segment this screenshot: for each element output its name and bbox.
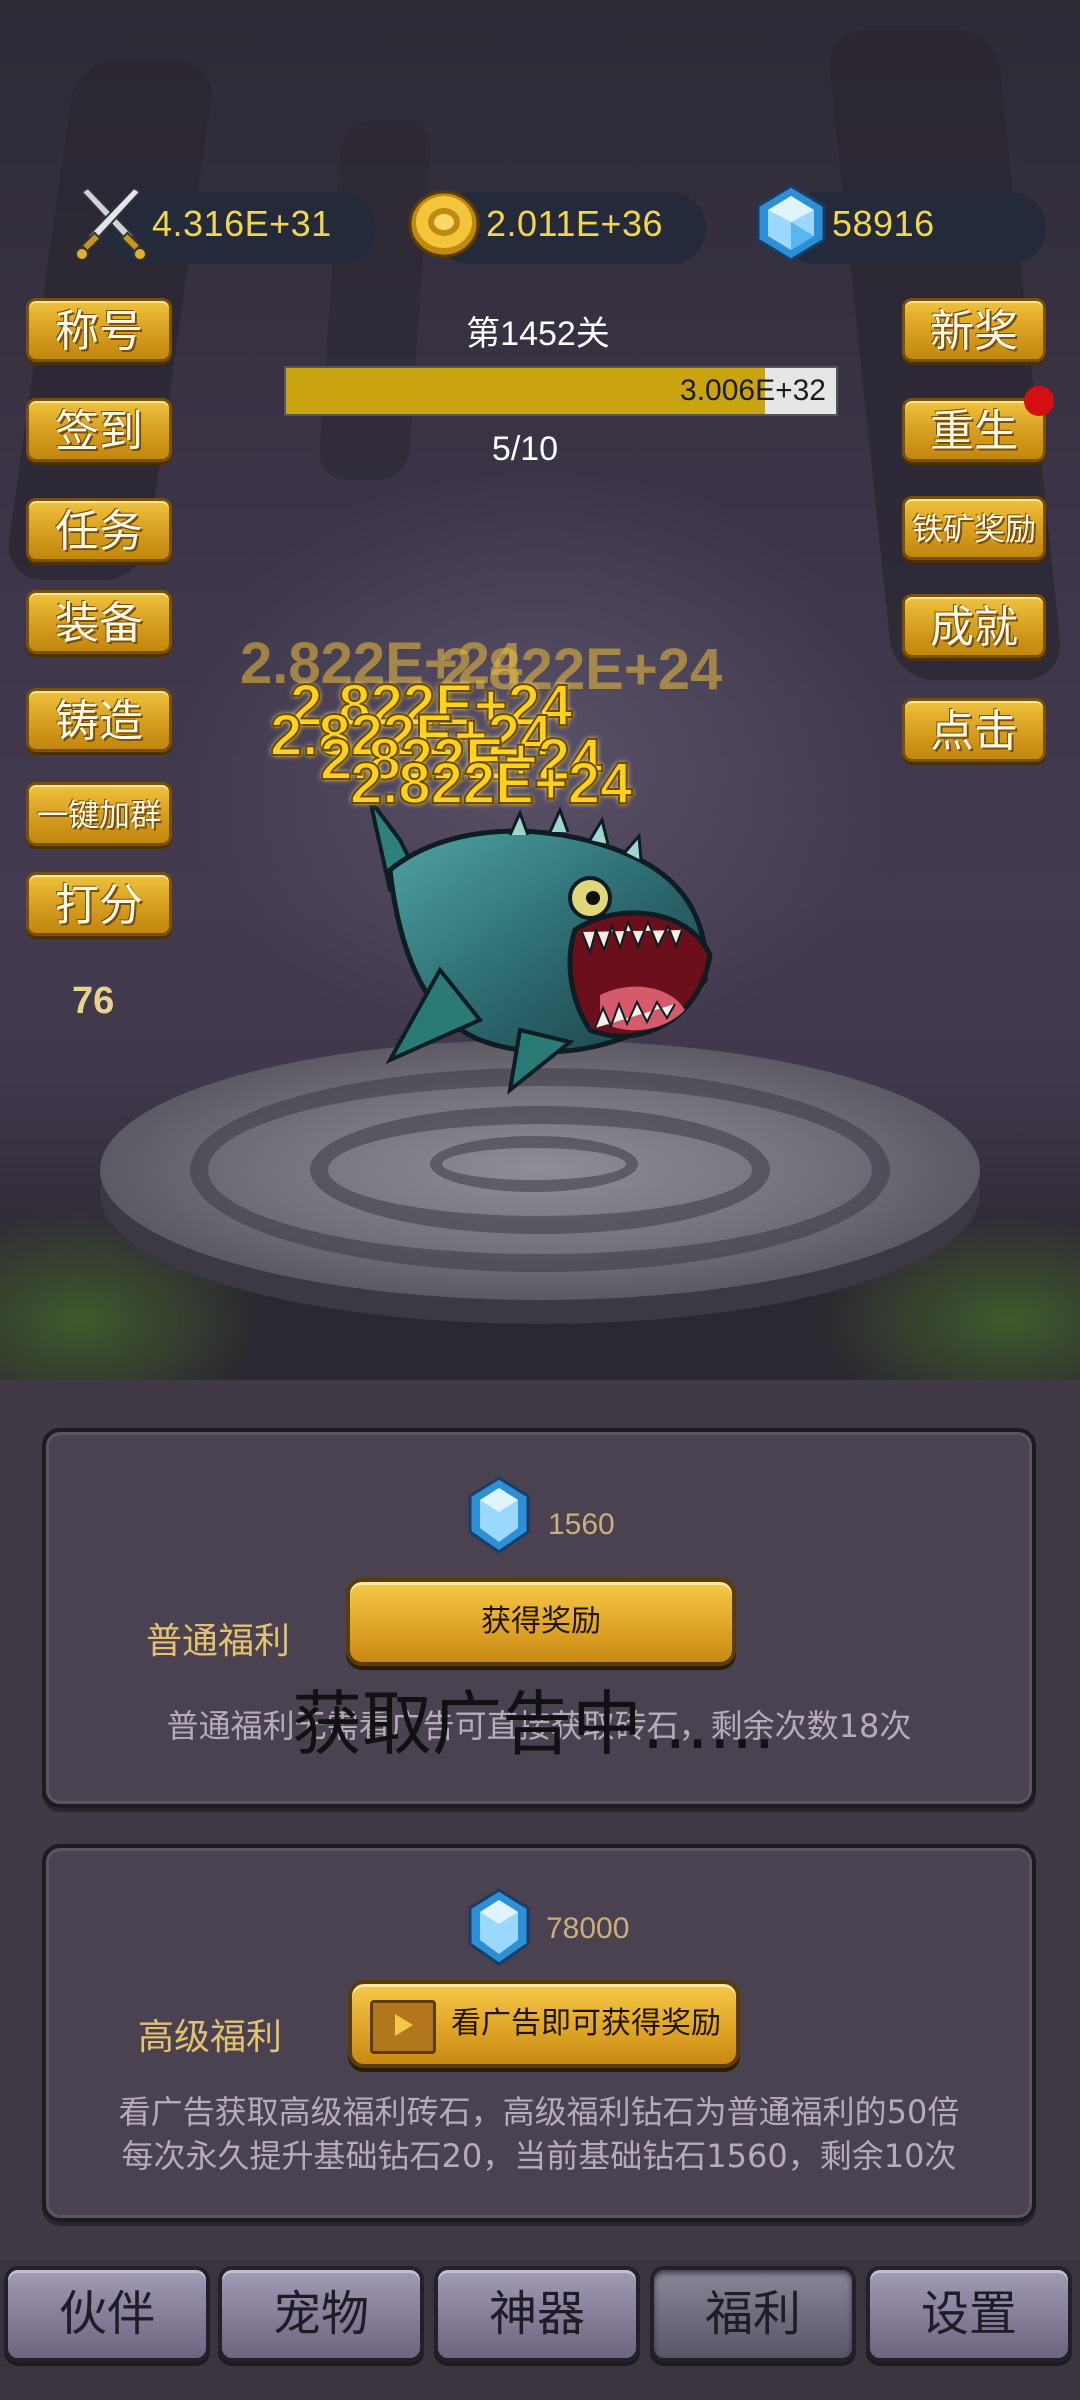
premium-welfare-amount: 78000 <box>546 1912 630 1945</box>
tab-settings[interactable]: 设置 <box>866 2266 1072 2362</box>
video-play-icon <box>370 2000 436 2054</box>
normal-welfare-label: 普通福利 <box>146 1621 291 1662</box>
watch-ad-button[interactable]: 看广告即可获得奖励 <box>348 1980 740 2068</box>
power-value: 4.316E+31 <box>152 203 332 244</box>
normal-welfare-amount: 1560 <box>548 1508 615 1541</box>
notification-dot <box>1024 386 1054 416</box>
tab-artifact[interactable]: 神器 <box>434 2266 640 2362</box>
watch-ad-label: 看广告即可获得奖励 <box>451 2006 721 2041</box>
get-reward-button[interactable]: 获得奖励 <box>346 1578 736 1666</box>
diamond-counter: 58916 <box>750 184 1046 268</box>
iron-reward-button[interactable]: 铁矿奖励 <box>902 496 1046 560</box>
level-title: 第1452关 <box>466 315 610 353</box>
equipment-button[interactable]: 装备 <box>26 590 172 654</box>
click-upgrade-button[interactable]: 点击 <box>902 698 1046 762</box>
gold-coin-icon <box>408 190 480 258</box>
forge-button[interactable]: 铸造 <box>26 688 172 752</box>
tasks-button[interactable]: 任务 <box>26 498 172 562</box>
join-group-button[interactable]: 一键加群 <box>26 782 172 846</box>
tab-partner[interactable]: 伙伴 <box>4 2266 210 2362</box>
damage-number: 2.822E+24 <box>349 750 633 817</box>
premium-welfare-card: 78000 高级福利 看广告即可获得奖励 看广告获取高级福利砖石，高级福利钻石为… <box>42 1844 1036 2222</box>
checkin-button[interactable]: 签到 <box>26 398 172 462</box>
boss-hp-bar: 3.006E+32 <box>284 366 838 416</box>
gold-counter: 2.011E+36 <box>404 188 706 268</box>
damage-popups: 2.822E+24 2.822E+24 2.822E+24 2.822E+24 … <box>230 630 830 830</box>
crossed-swords-icon <box>75 186 147 261</box>
new-reward-button[interactable]: 新奖 <box>902 298 1046 362</box>
rating-count: 76 <box>72 980 115 1022</box>
rate-button[interactable]: 打分 <box>26 872 172 936</box>
cave-rock <box>317 120 433 480</box>
wave-progress: 5/10 <box>491 430 559 468</box>
boss-hp-value: 3.006E+32 <box>680 374 826 407</box>
diamond-value: 58916 <box>832 203 935 244</box>
tab-welfare[interactable]: 福利 <box>650 2266 856 2362</box>
premium-welfare-label: 高级福利 <box>138 2017 283 2058</box>
power-counter: 4.316E+31 <box>70 186 376 268</box>
ad-loading-toast: 获取广告中...... <box>292 1683 776 1765</box>
premium-welfare-description-2: 每次永久提升基础钻石20，当前基础钻石1560，剩余10次 <box>121 2137 957 2175</box>
diamond-icon <box>468 1888 530 1966</box>
achievement-button[interactable]: 成就 <box>902 594 1046 658</box>
title-button[interactable]: 称号 <box>26 298 172 362</box>
diamond-icon <box>468 1476 530 1554</box>
gold-value: 2.011E+36 <box>486 203 663 244</box>
rebirth-button[interactable]: 重生 <box>902 398 1046 462</box>
premium-welfare-description-1: 看广告获取高级福利砖石，高级福利钻石为普通福利的50倍 <box>118 2093 960 2131</box>
tab-pet[interactable]: 宠物 <box>218 2266 424 2362</box>
bottom-tab-bar: 伙伴 宠物 神器 福利 设置 <box>0 2262 1080 2400</box>
diamond-icon <box>756 184 826 262</box>
